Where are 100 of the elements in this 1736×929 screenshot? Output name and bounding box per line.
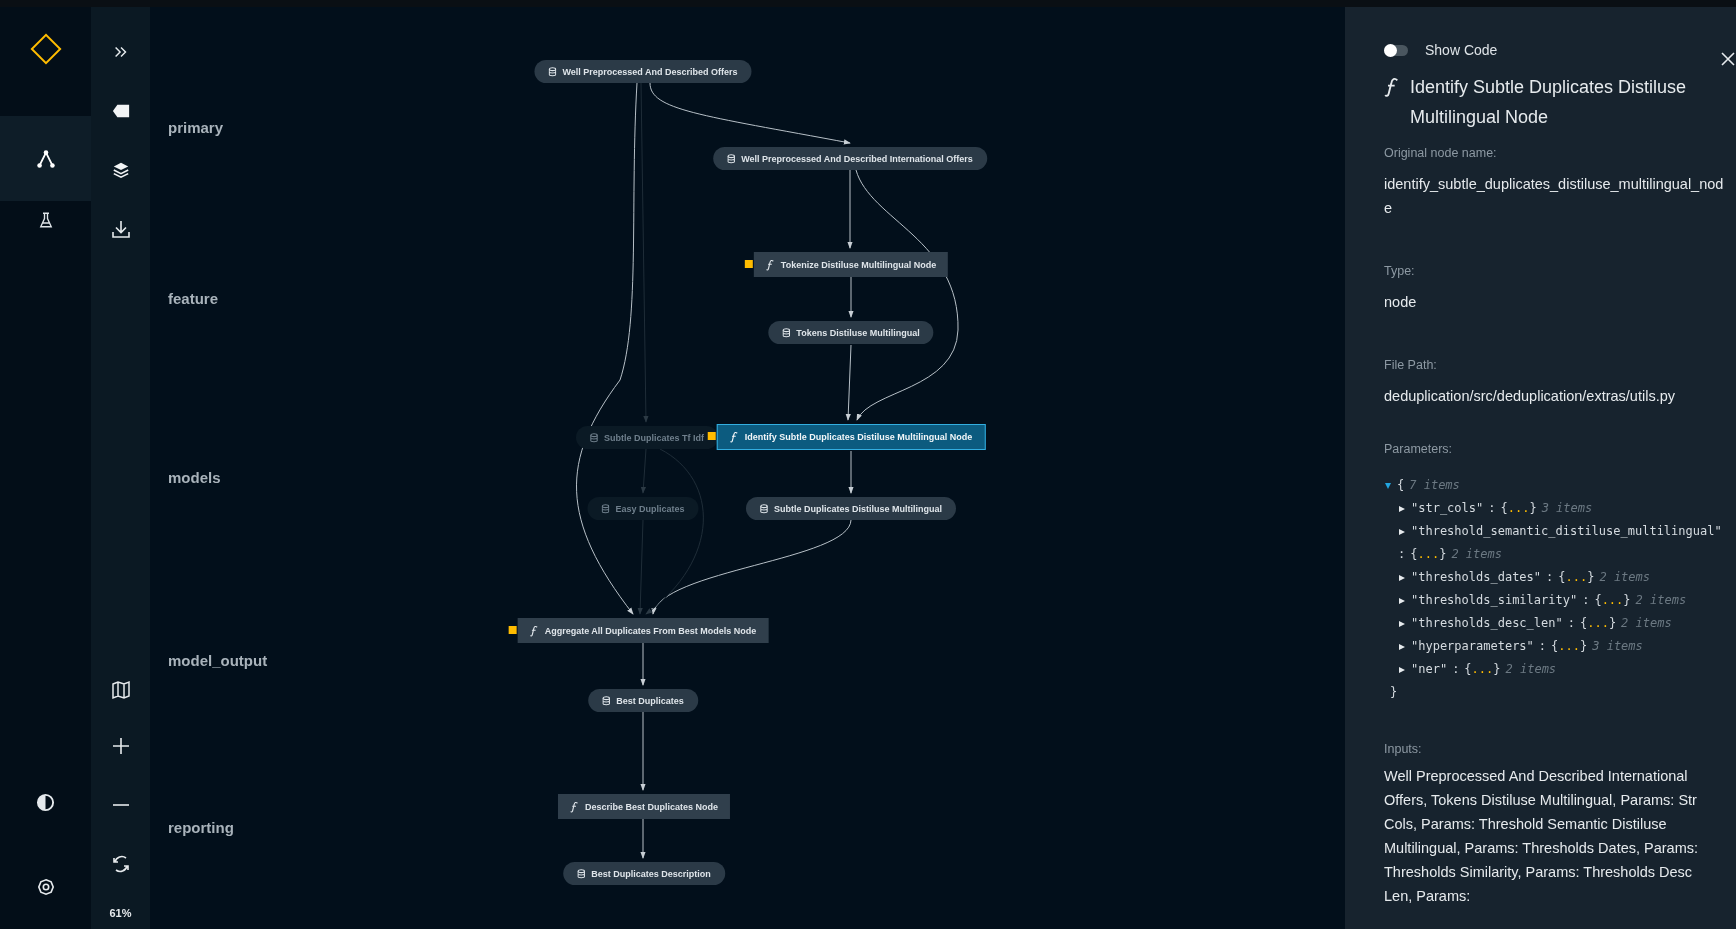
brace-text: { xyxy=(1397,477,1405,494)
database-icon xyxy=(590,432,598,443)
caret-icon[interactable] xyxy=(1398,642,1406,651)
colon-text: : xyxy=(1452,661,1460,678)
brace-text: } xyxy=(1608,616,1617,630)
colon-text: : xyxy=(1538,638,1547,655)
colon-text: : xyxy=(1567,615,1575,632)
layer-label: models xyxy=(168,469,221,486)
brace-text: { xyxy=(1410,547,1418,561)
task-node[interactable]: Aggregate All Duplicates From Best Models Node xyxy=(517,618,769,643)
dataset-node[interactable]: Well Preprocessed And Described International Offers xyxy=(713,147,987,170)
field-label: Type: xyxy=(1384,263,1416,280)
parameter-key: "thresholds_desc_len" xyxy=(1411,612,1563,635)
colon-text: : xyxy=(1488,500,1496,517)
parameter-key: "thresholds_similarity" xyxy=(1411,589,1578,612)
edge-arrow xyxy=(640,816,646,859)
colon-text: : xyxy=(1582,592,1590,609)
parameter-key: "threshold_semantic_distiluse_multilingual" xyxy=(1411,520,1722,543)
field-value: node xyxy=(1384,293,1418,312)
show-code-label: Show Code xyxy=(1425,42,1498,58)
dataset-node[interactable]: Well Preprocessed And Described Offers xyxy=(534,60,752,83)
layer-label: reporting xyxy=(168,819,234,836)
function-icon xyxy=(729,431,739,443)
function-icon xyxy=(529,624,539,637)
field-value: identify_subtle_duplicates_distiluse_multilingual_node xyxy=(1384,175,1725,218)
database-icon xyxy=(601,503,610,514)
item-count: 2 items xyxy=(1635,592,1687,609)
brace-text: } xyxy=(1580,639,1588,653)
show-code-toggle[interactable] xyxy=(1384,44,1408,56)
dataset-node[interactable]: Subtle Duplicates Distiluse Multilingual xyxy=(746,497,956,520)
field-label: Inputs: xyxy=(1384,741,1423,758)
ellipsis-text[interactable]: ... xyxy=(1417,547,1440,561)
caret-icon[interactable] xyxy=(1398,665,1406,674)
colon-text: : xyxy=(1546,569,1554,586)
dataset-node[interactable]: Best Duplicates Description xyxy=(563,862,725,885)
caret-icon[interactable] xyxy=(1384,481,1392,490)
dataset-node[interactable]: Easy Duplicates xyxy=(587,497,699,520)
field-label: Original node name: xyxy=(1384,145,1498,162)
parameter-key: "ner" xyxy=(1411,658,1448,681)
field-label: Parameters: xyxy=(1384,441,1454,458)
inputs-list: Well Preprocessed And Described International Offers, Tokens Distiluse Multilingual, Params: Str Cols, Params: Threshold Semantic Distiluse Multilingual, Params: Thresholds Dates, Params: Thresholds Similarity, Params: Thresholds Desc Len, Params: xyxy=(1384,764,1726,908)
ellipsis-text[interactable]: ... xyxy=(1471,662,1494,676)
brace-text: { xyxy=(1594,593,1602,607)
caret-icon[interactable] xyxy=(1398,573,1406,582)
database-icon xyxy=(548,66,557,77)
item-count: 3 items xyxy=(1541,500,1593,517)
colon-text: : xyxy=(1398,546,1406,563)
brace-text: } xyxy=(1439,547,1447,561)
brace-text: } xyxy=(1529,501,1537,515)
brace-text: { xyxy=(1464,662,1472,676)
task-node[interactable]: Identify Subtle Duplicates Distiluse Multilingual Node xyxy=(716,424,986,450)
item-count: 7 items xyxy=(1409,477,1460,494)
edge-arrow xyxy=(640,642,646,686)
brace-text: } xyxy=(1493,662,1501,676)
node-title: Identify Subtle Duplicates Distiluse Multilingual Node xyxy=(1410,76,1688,129)
brace-text: { xyxy=(1579,616,1588,630)
edge-arrow xyxy=(848,450,854,494)
dataset-node[interactable]: Subtle Duplicates Tf Idf xyxy=(576,426,718,449)
database-icon xyxy=(727,153,736,164)
layer-label: model_output xyxy=(168,652,268,669)
parameter-key: "str_cols" xyxy=(1411,497,1484,520)
caret-icon[interactable] xyxy=(1398,619,1406,628)
pipeline-icon xyxy=(34,147,57,170)
database-icon xyxy=(760,503,768,514)
dataset-node[interactable]: Best Duplicates xyxy=(588,689,698,712)
brace-text: { xyxy=(1551,639,1559,653)
parameter-key: "thresholds_dates" xyxy=(1411,566,1542,589)
brace-text: } xyxy=(1390,684,1398,701)
item-count: 2 items xyxy=(1451,546,1502,563)
task-node[interactable]: Tokenize Distiluse Multilingual Node xyxy=(753,252,949,277)
layer-label: feature xyxy=(168,290,219,307)
ellipsis-text[interactable]: ... xyxy=(1507,501,1530,515)
ellipsis-text[interactable]: ... xyxy=(1601,593,1624,607)
item-count: 2 items xyxy=(1505,661,1557,678)
item-count: 3 items xyxy=(1592,638,1643,655)
dataset-node[interactable]: Tokens Distiluse Multilingual xyxy=(768,321,934,344)
field-label: File Path: xyxy=(1384,357,1438,374)
close-icon[interactable] xyxy=(1720,51,1736,67)
logo-icon xyxy=(28,32,63,66)
zoom-level: 61% xyxy=(109,907,132,919)
brace-text: } xyxy=(1623,593,1631,607)
brace-text: } xyxy=(1587,570,1595,584)
item-count: 2 items xyxy=(1621,615,1672,632)
database-icon xyxy=(782,327,791,338)
function-icon xyxy=(570,800,579,813)
item-count: 2 items xyxy=(1599,569,1650,586)
function-icon xyxy=(1384,77,1400,97)
ellipsis-text[interactable]: ... xyxy=(1558,639,1580,653)
ellipsis-text[interactable]: ... xyxy=(1587,616,1609,630)
ellipsis-text[interactable]: ... xyxy=(1565,570,1588,584)
caret-icon[interactable] xyxy=(1398,527,1406,536)
brace-text: { xyxy=(1500,501,1508,515)
caret-icon[interactable] xyxy=(1398,504,1406,513)
layer-label: primary xyxy=(168,119,224,136)
caret-icon[interactable] xyxy=(1398,596,1406,605)
function-icon xyxy=(765,258,775,271)
field-value: deduplication/src/deduplication/extras/utils.py xyxy=(1384,387,1676,406)
task-node[interactable]: Describe Best Duplicates Node xyxy=(558,794,730,819)
database-icon xyxy=(577,868,586,879)
database-icon xyxy=(602,695,611,706)
